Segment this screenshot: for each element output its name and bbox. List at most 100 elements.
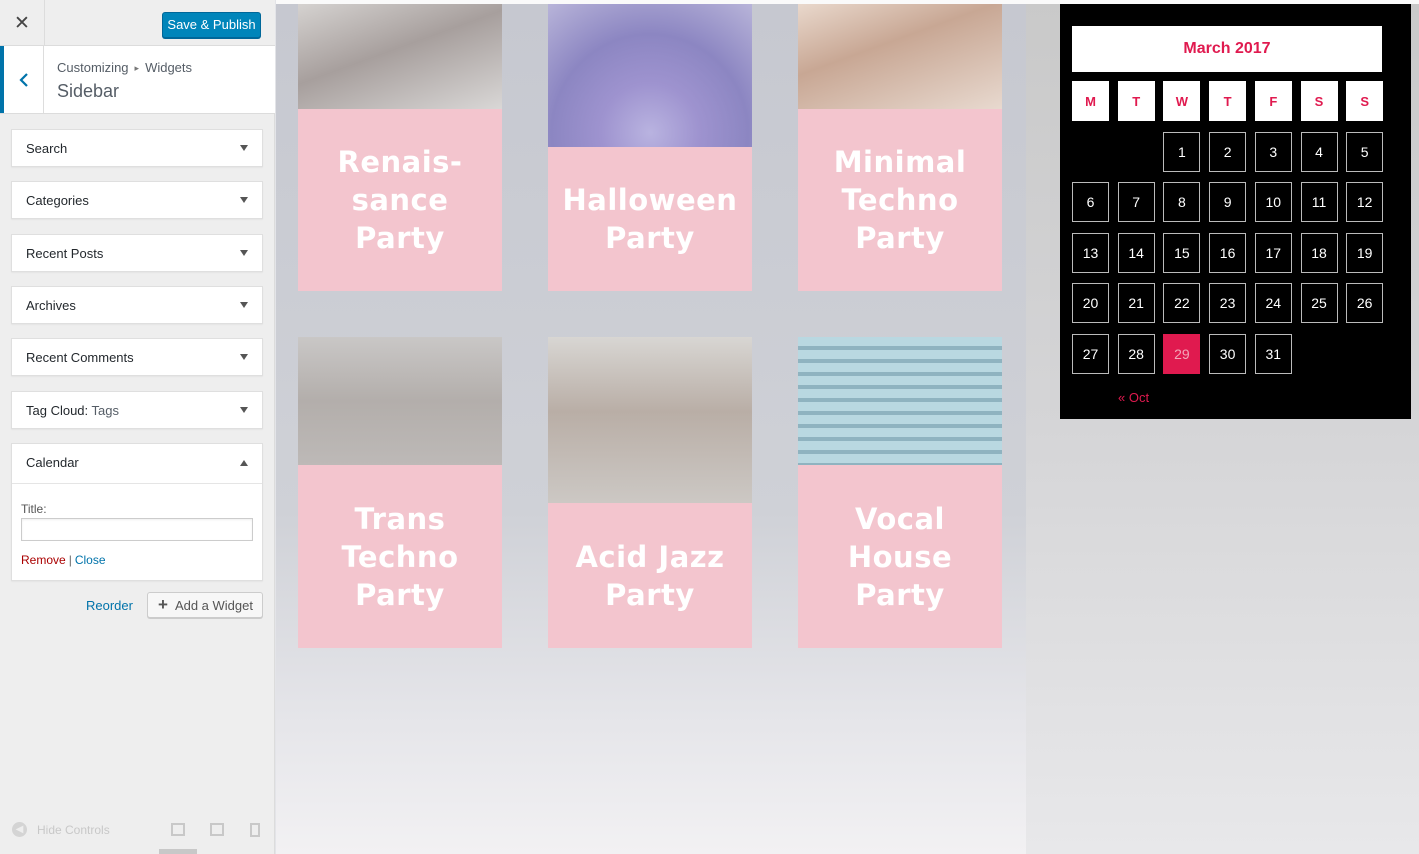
calendar-day[interactable]: 1 [1163,131,1201,172]
calendar-day[interactable]: 24 [1254,283,1292,323]
calendar-day[interactable]: 21 [1117,283,1155,323]
calendar-day[interactable]: 18 [1300,232,1338,273]
chevron-left-icon [18,72,28,87]
calendar-weekday-header: T [1209,81,1247,121]
caret-down-icon [240,145,248,151]
calendar-day[interactable]: 9 [1209,182,1247,222]
plus-icon: + [158,595,168,614]
event-panel: Trans Techno Party [298,465,502,648]
widget-title: Recent Comments [26,350,134,365]
calendar-day[interactable]: 28 [1117,333,1155,374]
event-panel: Renais- sance Party [298,109,502,291]
calendar-day[interactable]: 20 [1072,283,1109,323]
widget-actions: Remove | Close [21,553,106,567]
customizer-footer: ◀ Hide Controls [0,810,275,854]
calendar-day[interactable]: 14 [1117,232,1155,273]
calendar-day[interactable]: 30 [1209,333,1247,374]
breadcrumb-current: Widgets [145,60,193,75]
event-photo [548,337,752,503]
site-preview: Renais- sance Party Halloween Party Mini… [276,0,1419,854]
calendar-day[interactable]: 12 [1346,182,1384,222]
tablet-preview-icon[interactable] [210,823,224,836]
calendar-weekday-header: W [1163,81,1201,121]
event-title: Halloween Party [562,183,738,255]
close-link[interactable]: Close [75,553,106,567]
event-title: Trans Techno Party [341,501,459,612]
calendar-day[interactable]: 5 [1346,131,1384,172]
event-photo [298,4,502,109]
calendar-day[interactable]: 16 [1209,232,1247,273]
customizer-header: ✕ Save & Publish [0,0,275,46]
calendar-day[interactable]: 19 [1346,232,1384,273]
remove-link[interactable]: Remove [21,553,66,567]
event-card[interactable]: Acid Jazz Party [548,337,752,648]
calendar-weekday-header: T [1117,81,1155,121]
calendar-day[interactable]: 26 [1346,283,1384,323]
widget-title: Search [26,141,67,156]
event-photo [798,4,1002,109]
event-card[interactable]: Halloween Party [548,4,752,291]
event-photo [798,337,1002,465]
event-title: Renais- sance Party [337,145,463,255]
save-publish-button[interactable]: Save & Publish [162,12,261,38]
back-button[interactable] [0,46,44,113]
calendar-day[interactable]: 31 [1254,333,1292,374]
calendar-title-input[interactable] [21,518,253,541]
widget-title: Categories [26,193,89,208]
active-device-indicator [159,849,197,854]
event-panel: Halloween Party [548,147,752,291]
widget-calendar-header[interactable]: Calendar [12,444,262,484]
calendar-day[interactable]: 11 [1300,182,1338,222]
breadcrumb-separator-icon: ▸ [134,63,140,73]
calendar-day-today[interactable]: 29 [1163,333,1201,374]
breadcrumb: Customizing ▸ Widgets [57,60,192,75]
widget-label: Tag Cloud: [26,403,89,418]
calendar-weekday-header: S [1300,81,1338,121]
calendar-weekday-header: F [1254,81,1292,121]
widget-categories[interactable]: Categories [11,181,263,219]
widget-archives[interactable]: Archives [11,286,263,324]
calendar-prev-link[interactable]: « Oct [1118,390,1149,405]
calendar-day[interactable]: 10 [1254,182,1292,222]
widget-calendar: Calendar Title: Remove | Close [11,443,263,581]
desktop-preview-icon[interactable] [171,823,185,836]
calendar-day[interactable]: 8 [1163,182,1201,222]
calendar-day[interactable]: 6 [1072,182,1109,222]
mobile-preview-icon[interactable] [250,823,260,837]
add-widget-button[interactable]: + Add a Widget [147,592,263,618]
widget-label: Archives [26,298,76,313]
close-customizer-button[interactable]: ✕ [0,0,45,46]
calendar-weekday-header: M [1072,81,1109,121]
widget-search[interactable]: Search [11,129,263,167]
reorder-link[interactable]: Reorder [86,598,133,613]
widget-label: Recent Posts [26,246,104,261]
calendar-day[interactable]: 23 [1209,283,1247,323]
calendar-day[interactable]: 22 [1163,283,1201,323]
hide-controls-button[interactable]: ◀ Hide Controls [12,822,110,837]
calendar-day[interactable]: 4 [1300,131,1338,172]
calendar-day[interactable]: 2 [1209,131,1247,172]
event-card[interactable]: Minimal Techno Party [798,4,1002,291]
section-header: Customizing ▸ Widgets Sidebar [0,46,275,114]
calendar-caption: March 2017 [1072,26,1382,72]
caret-down-icon [240,250,248,256]
caret-up-icon [240,460,248,466]
calendar-day[interactable]: 25 [1300,283,1338,323]
calendar-day[interactable]: 15 [1163,232,1201,273]
widget-title: Tag Cloud: Tags [26,403,119,418]
caret-down-icon [240,354,248,360]
widget-recent-comments[interactable]: Recent Comments [11,338,263,376]
event-photo [298,337,502,465]
widget-recent-posts[interactable]: Recent Posts [11,234,263,272]
calendar-day[interactable]: 3 [1254,131,1292,172]
breadcrumb-root: Customizing [57,60,129,75]
calendar-day[interactable]: 13 [1072,232,1109,273]
event-card[interactable]: Renais- sance Party [298,4,502,291]
calendar-day[interactable]: 7 [1117,182,1155,222]
event-card[interactable]: Vocal House Party [798,337,1002,648]
event-card[interactable]: Trans Techno Party [298,337,502,648]
widget-tag-cloud[interactable]: Tag Cloud: Tags [11,391,263,429]
calendar-day[interactable]: 27 [1072,333,1109,374]
calendar-day[interactable]: 17 [1254,232,1292,273]
close-icon: ✕ [14,12,30,34]
